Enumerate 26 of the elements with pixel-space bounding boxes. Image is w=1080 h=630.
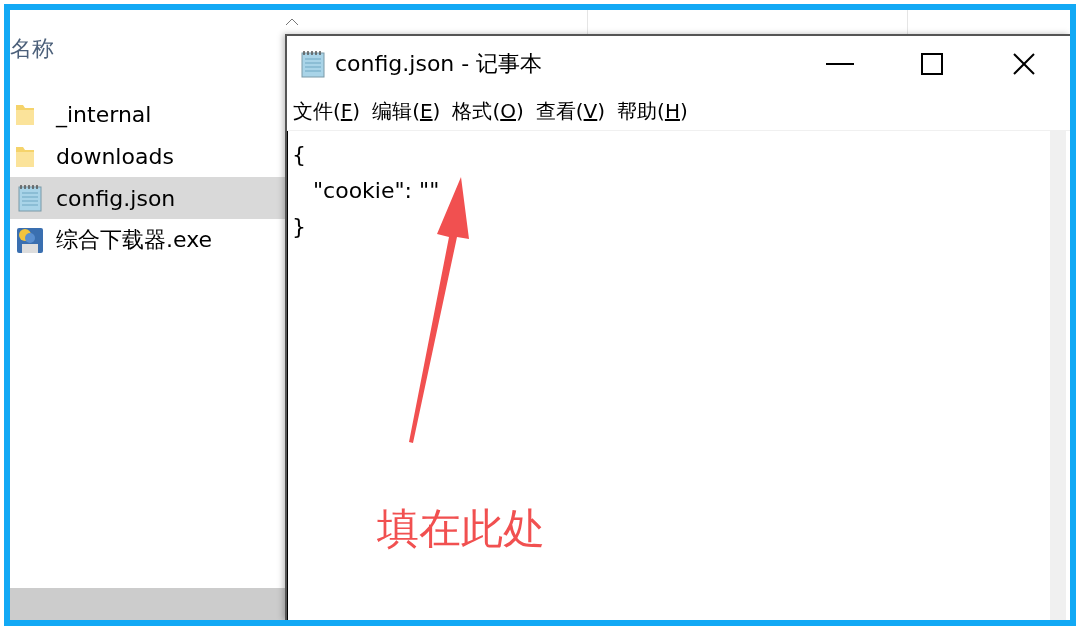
vertical-scrollbar[interactable] [1050, 131, 1066, 620]
menu-item[interactable]: 格式(O) [452, 97, 524, 125]
notepad-icon [299, 50, 327, 78]
file-name: 综合下载器.exe [56, 226, 213, 254]
file-name: downloads [56, 143, 174, 169]
sort-caret-icon[interactable] [285, 18, 299, 26]
file-name: config.json [56, 185, 176, 211]
file-name: _internal [56, 101, 152, 127]
window-title: config.json - 记事本 [335, 50, 544, 78]
menu-item[interactable]: 帮助(H) [617, 97, 688, 125]
column-header[interactable]: 名称 [10, 34, 54, 64]
annotation-text: 填在此处 [377, 503, 545, 555]
maximize-icon [921, 53, 943, 75]
minimize-icon [826, 63, 854, 65]
horizontal-scrollbar[interactable] [10, 588, 285, 620]
file-row[interactable]: downloads [10, 135, 285, 177]
file-row[interactable]: 综合下载器.exe [10, 219, 285, 261]
folder-icon [16, 145, 34, 167]
notepad-icon [16, 184, 44, 212]
file-row[interactable]: config.json [10, 177, 285, 219]
menu-item[interactable]: 查看(V) [535, 97, 606, 125]
menu-item[interactable]: 编辑(E) [372, 97, 441, 125]
file-row[interactable]: _internal [10, 93, 285, 135]
close-icon [1013, 53, 1035, 75]
menu-item[interactable]: 文件(F) [293, 97, 361, 125]
folder-icon [16, 103, 34, 125]
